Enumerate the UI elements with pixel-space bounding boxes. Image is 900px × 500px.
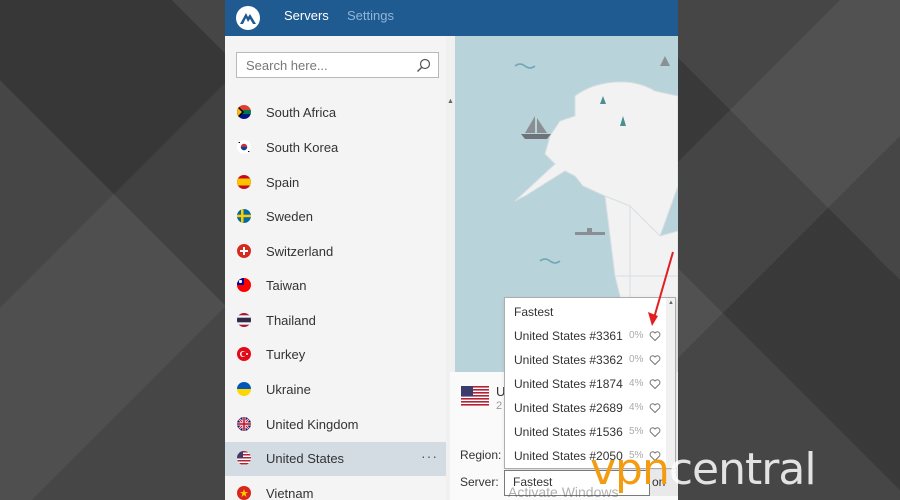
thailand-flag-icon — [237, 313, 251, 327]
country-item-spain[interactable]: Spain — [225, 166, 446, 200]
country-label: Switzerland — [266, 244, 334, 259]
country-item-thailand[interactable]: Thailand — [225, 304, 446, 338]
heart-icon[interactable] — [649, 378, 661, 390]
server-option-label: United States #3362 — [514, 353, 623, 367]
country-item-taiwan[interactable]: Taiwan — [225, 269, 446, 303]
country-label: Thailand — [266, 313, 316, 328]
search-icon[interactable] — [416, 58, 431, 73]
country-item-vietnam[interactable]: Vietnam — [225, 477, 446, 500]
server-load: 4% — [629, 402, 644, 413]
country-label: Spain — [266, 175, 300, 190]
more-options-icon[interactable]: ··· — [421, 448, 438, 464]
server-option[interactable]: United States #1874 4% — [505, 372, 667, 396]
search-input[interactable] — [244, 57, 413, 74]
country-item-ukraine[interactable]: Ukraine — [225, 373, 446, 407]
country-label: South Africa — [266, 105, 337, 120]
server-option-label: United States #2689 — [514, 401, 623, 415]
server-option[interactable]: United States #3362 0% — [505, 348, 667, 372]
country-label: United Kingdom — [266, 417, 359, 432]
search-box[interactable] — [236, 52, 439, 78]
country-label: Sweden — [266, 209, 313, 224]
country-label: South Korea — [266, 140, 339, 155]
us-flag-icon — [237, 451, 251, 465]
heart-icon[interactable] — [649, 426, 661, 438]
brand-suffix: central — [668, 444, 817, 495]
country-item-south-korea[interactable]: South Korea — [225, 131, 446, 165]
sweden-flag-icon — [237, 209, 251, 223]
ukraine-flag-icon — [237, 382, 251, 396]
vietnam-flag-icon — [237, 486, 251, 500]
country-list-sidebar: South Africa South Korea Spain Sweden — [225, 36, 446, 500]
top-bar: Servers Settings — [225, 0, 678, 36]
heart-icon[interactable] — [649, 354, 661, 366]
country-item-turkey[interactable]: Turkey — [225, 338, 446, 372]
selected-country-subtitle: 2 — [496, 400, 503, 412]
region-label: Region: — [460, 448, 502, 462]
server-load: 4% — [629, 378, 644, 389]
country-label: Vietnam — [266, 486, 314, 500]
country-label: Taiwan — [266, 278, 307, 293]
country-label: Turkey — [266, 347, 306, 362]
south-africa-flag-icon — [237, 105, 251, 119]
server-load: 5% — [629, 426, 644, 437]
brand-prefix: vpn — [590, 444, 670, 495]
heart-icon[interactable] — [649, 402, 661, 414]
country-label: Ukraine — [266, 382, 311, 397]
server-option-label: Fastest — [514, 305, 554, 319]
server-option-label: United States #1874 — [514, 377, 623, 391]
tab-servers[interactable]: Servers — [284, 8, 329, 23]
server-load: 0% — [629, 354, 644, 365]
uk-flag-icon — [237, 417, 251, 431]
list-scroll-up-icon[interactable]: ▲ — [447, 98, 454, 105]
country-item-sweden[interactable]: Sweden — [225, 200, 446, 234]
country-item-united-kingdom[interactable]: United Kingdom — [225, 408, 446, 442]
app-logo-icon — [236, 6, 260, 30]
server-option-label: United States #3361 — [514, 329, 623, 343]
vpncentral-brand-logo: vpncentral — [590, 444, 817, 495]
tab-settings[interactable]: Settings — [347, 8, 394, 23]
switzerland-flag-icon — [237, 244, 251, 258]
turkey-flag-icon — [237, 347, 251, 361]
country-item-united-states[interactable]: United States ··· — [225, 442, 446, 476]
taiwan-flag-icon — [237, 278, 251, 292]
server-label: Server: — [460, 475, 499, 489]
annotation-arrow-icon — [648, 251, 674, 326]
heart-icon[interactable] — [649, 330, 661, 342]
country-item-south-africa[interactable]: South Africa — [225, 96, 446, 130]
south-korea-flag-icon — [237, 140, 251, 154]
country-label: United States — [266, 451, 345, 466]
server-option[interactable]: United States #1536 5% — [505, 420, 667, 444]
server-option-label: United States #1536 — [514, 425, 623, 439]
country-item-switzerland[interactable]: Switzerland — [225, 235, 446, 269]
spain-flag-icon — [237, 175, 251, 189]
us-flag-icon — [461, 386, 489, 406]
server-option[interactable]: United States #2689 4% — [505, 396, 667, 420]
server-load: 0% — [629, 330, 644, 341]
